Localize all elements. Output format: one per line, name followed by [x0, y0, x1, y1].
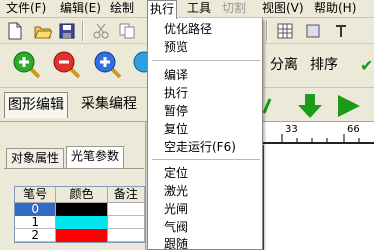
menu-help[interactable]: 帮助(H) — [312, 0, 358, 18]
toolbar-separator — [82, 21, 84, 41]
menu-file[interactable]: 文件(F) — [4, 0, 48, 18]
menu-item-pause[interactable]: 暂停 — [164, 104, 188, 118]
confirm-check-icon[interactable]: ✔ — [360, 56, 374, 75]
tab-graphic-edit[interactable]: 图形编辑 — [4, 92, 68, 118]
menu-edit[interactable]: 编辑(E) — [58, 0, 103, 18]
menu-item-air-valve[interactable]: 气阀 — [164, 220, 188, 234]
pen-color-swatch[interactable] — [56, 229, 108, 242]
pen-note[interactable] — [108, 203, 145, 216]
pen-tool-icon[interactable] — [262, 97, 272, 115]
pen-color-swatch[interactable] — [56, 216, 108, 229]
separate-button[interactable]: 分离 — [270, 56, 298, 74]
menu-item-optimize-path[interactable]: 优化路径 — [164, 22, 212, 36]
table-header: 笔号 颜色 备注 — [15, 187, 145, 203]
tab-capture-edit[interactable]: 采集编程 — [78, 92, 140, 118]
open-folder-icon[interactable] — [34, 22, 52, 40]
table-row[interactable]: 2 — [15, 229, 145, 242]
menu-item-dry-run[interactable]: 空走运行(F6) — [164, 140, 236, 154]
menu-cut[interactable]: 切割 — [220, 0, 248, 18]
menu-tools[interactable]: 工具 — [185, 0, 213, 18]
new-file-icon[interactable] — [6, 22, 24, 40]
layers-icon[interactable] — [304, 22, 322, 40]
menu-item-execute[interactable]: 执行 — [164, 86, 188, 100]
menu-separator — [152, 60, 260, 61]
execute-menu-dropdown: 优化路径 预览 编译 执行 暂停 复位 空走运行(F6) 定位 激光 光闸 气阀… — [147, 18, 263, 250]
menu-separator — [152, 159, 260, 160]
pen-color-swatch[interactable] — [56, 203, 108, 216]
tab-pen-parameters[interactable]: 光笔参数 — [66, 146, 125, 168]
menu-item-reset[interactable]: 复位 — [164, 122, 188, 136]
toolbar-separator — [266, 21, 268, 41]
tab-object-properties[interactable]: 对象属性 — [6, 148, 65, 168]
zoom-out-icon[interactable] — [52, 50, 82, 80]
zoom-window-icon[interactable] — [93, 50, 123, 80]
menu-item-shutter[interactable]: 光闸 — [164, 202, 188, 216]
column-header-color[interactable]: 颜色 — [56, 187, 108, 203]
work-area-boundary — [263, 145, 264, 250]
download-arrow-icon[interactable] — [296, 93, 324, 119]
zoom-in-icon[interactable] — [12, 50, 42, 80]
menu-item-laser[interactable]: 激光 — [164, 184, 188, 198]
menu-item-follow[interactable]: 跟随 — [164, 237, 188, 250]
run-play-icon[interactable] — [334, 93, 362, 119]
menu-item-compile[interactable]: 编译 — [164, 68, 188, 82]
sort-button[interactable]: 排序 — [310, 56, 338, 74]
menu-execute[interactable]: 执行 — [147, 0, 178, 19]
pen-note[interactable] — [108, 216, 145, 229]
save-icon[interactable] — [58, 22, 76, 40]
grid-icon[interactable] — [276, 22, 294, 40]
column-header-pen[interactable]: 笔号 — [15, 187, 57, 203]
pen-table: 笔号 颜色 备注 0 1 2 — [14, 186, 146, 243]
copy-icon[interactable] — [118, 22, 136, 40]
text-tool-icon[interactable] — [332, 22, 350, 40]
column-header-note[interactable]: 备注 — [108, 187, 145, 203]
menu-item-preview[interactable]: 预览 — [164, 40, 188, 54]
properties-panel: 对象属性 光笔参数 笔号 颜色 备注 0 1 2 — [0, 122, 146, 250]
menu-view[interactable]: 视图(V) — [260, 0, 306, 18]
pen-note[interactable] — [108, 229, 145, 242]
pen-number: 2 — [15, 229, 57, 242]
tab-divider — [4, 168, 144, 169]
menu-item-locate[interactable]: 定位 — [164, 166, 188, 180]
menu-draw[interactable]: 绘制 — [108, 0, 136, 18]
menu-bar: 文件(F) 编辑(E) 绘制 执行 工具 切割 视图(V) 帮助(H) — [0, 0, 374, 19]
cut-icon[interactable] — [92, 22, 110, 40]
